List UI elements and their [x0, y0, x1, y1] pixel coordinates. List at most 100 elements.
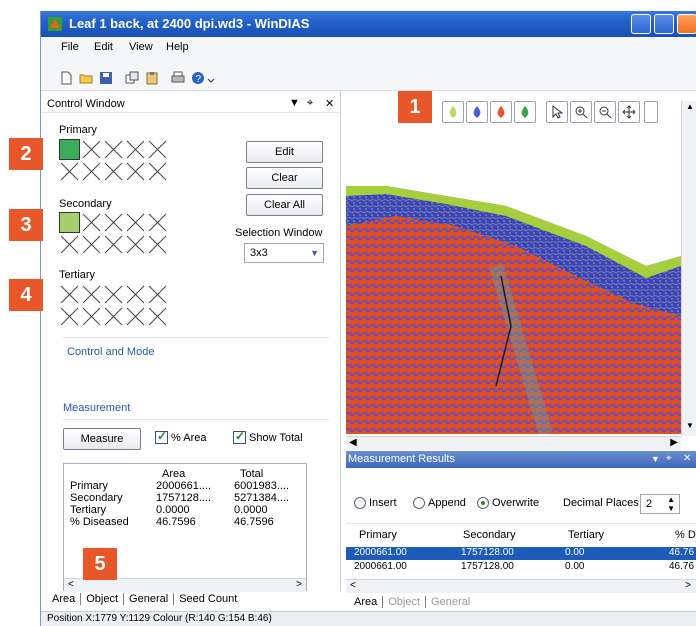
close-button[interactable]: [677, 14, 696, 34]
paste-icon[interactable]: [145, 71, 159, 85]
selection-cell[interactable]: [103, 306, 124, 327]
maximize-button[interactable]: [654, 14, 674, 34]
panel-close-icon[interactable]: ✕: [325, 97, 334, 110]
spinner-arrows-icon[interactable]: ▲ ▼: [667, 495, 675, 513]
checkbox-box[interactable]: [155, 429, 168, 444]
control-and-mode-header[interactable]: Control and Mode: [67, 346, 154, 358]
measurement-horizontal-scrollbar[interactable]: < >: [346, 579, 696, 593]
selection-cell[interactable]: [59, 306, 80, 327]
selection-cell[interactable]: [147, 139, 168, 160]
selection-cell[interactable]: [125, 306, 146, 327]
selection-cell[interactable]: [103, 139, 124, 160]
selection-cell[interactable]: [81, 212, 102, 233]
save-icon[interactable]: [99, 71, 113, 85]
selection-cell[interactable]: [103, 284, 124, 305]
menu-edit[interactable]: Edit: [94, 41, 113, 53]
image-viewer[interactable]: ▲ ▼ ◀ ▶: [346, 91, 696, 453]
measure-button[interactable]: Measure: [63, 428, 141, 450]
selection-cell[interactable]: [59, 161, 80, 182]
selection-cell[interactable]: [59, 284, 80, 305]
selection-cell[interactable]: [103, 212, 124, 233]
scroll-left-icon[interactable]: <: [68, 579, 74, 590]
tab-area[interactable]: Area: [349, 596, 384, 608]
color-tool-button[interactable]: [442, 101, 464, 123]
copy-icon[interactable]: [125, 71, 139, 85]
selection-cell[interactable]: [103, 161, 124, 182]
edit-button[interactable]: Edit: [246, 141, 323, 163]
measurement-header[interactable]: Measurement: [63, 402, 130, 414]
minimize-button[interactable]: [631, 14, 651, 34]
selection-cell[interactable]: [81, 139, 102, 160]
insert-radio[interactable]: Insert: [354, 497, 397, 509]
overwrite-radio[interactable]: Overwrite: [477, 497, 539, 509]
selection-cell[interactable]: [147, 284, 168, 305]
menu-view[interactable]: View: [129, 41, 153, 53]
selection-cell[interactable]: [125, 139, 146, 160]
new-file-icon[interactable]: [59, 71, 73, 85]
color-tool-button[interactable]: [514, 101, 536, 123]
pin-icon[interactable]: ⌖: [307, 97, 313, 110]
results-horizontal-scrollbar[interactable]: < >: [64, 578, 306, 592]
panel-dropdown-icon[interactable]: ▼: [651, 454, 660, 464]
pan-button[interactable]: [618, 101, 640, 123]
clear-all-button[interactable]: Clear All: [246, 194, 323, 216]
tab-general[interactable]: General: [426, 596, 475, 608]
selection-cell[interactable]: [81, 284, 102, 305]
selection-cell[interactable]: [125, 212, 146, 233]
selection-cell[interactable]: [147, 161, 168, 182]
show-total-checkbox[interactable]: Show Total: [233, 429, 303, 444]
selection-cell[interactable]: [81, 306, 102, 327]
scroll-up-icon[interactable]: ▲: [686, 102, 694, 111]
selection-cell[interactable]: [147, 234, 168, 255]
selection-cell[interactable]: [147, 212, 168, 233]
panel-close-icon[interactable]: ✕: [683, 453, 691, 464]
color-tool-button[interactable]: [466, 101, 488, 123]
viewer-horizontal-scrollbar[interactable]: ◀ ▶: [346, 436, 681, 450]
menu-file[interactable]: File: [61, 41, 79, 53]
scroll-right-icon[interactable]: >: [685, 580, 691, 591]
radio-dot[interactable]: [477, 497, 489, 509]
tab-area[interactable]: Area: [47, 593, 82, 605]
measurement-row[interactable]: 2000661.00 1757128.00 0.00 46.76: [346, 561, 696, 574]
viewer-vertical-scrollbar[interactable]: ▲ ▼: [681, 101, 696, 436]
tab-object[interactable]: Object: [81, 593, 125, 605]
scroll-left-icon[interactable]: ◀: [349, 437, 357, 448]
radio-dot[interactable]: [413, 497, 425, 509]
selected-color-swatch[interactable]: [59, 212, 80, 233]
measurement-row[interactable]: 2000661.00 1757128.00 0.00 46.76: [346, 547, 696, 560]
view-overflow-button[interactable]: [644, 101, 658, 123]
selection-cell[interactable]: [147, 306, 168, 327]
selection-cell[interactable]: [81, 161, 102, 182]
decimal-places-spinner[interactable]: 2 ▲ ▼: [640, 494, 680, 514]
checkbox-box[interactable]: [233, 429, 246, 444]
tab-seed-count[interactable]: Seed Count: [174, 593, 242, 605]
selection-cell[interactable]: [81, 234, 102, 255]
tab-general[interactable]: General: [124, 593, 175, 605]
selection-cell[interactable]: [103, 234, 124, 255]
scroll-left-icon[interactable]: <: [350, 580, 356, 591]
clear-button[interactable]: Clear: [246, 167, 323, 189]
pointer-button[interactable]: [546, 101, 568, 123]
scroll-down-icon[interactable]: ▼: [686, 421, 694, 430]
color-tool-button[interactable]: [490, 101, 512, 123]
open-folder-icon[interactable]: [79, 71, 93, 85]
selection-window-select[interactable]: 3x3 ▼: [244, 243, 324, 263]
selection-cell[interactable]: [59, 234, 80, 255]
scroll-right-icon[interactable]: >: [296, 579, 302, 590]
pct-area-checkbox[interactable]: % Area: [155, 429, 206, 444]
selection-cell[interactable]: [125, 161, 146, 182]
menu-help[interactable]: Help: [166, 41, 189, 53]
panel-dropdown-icon[interactable]: ▼: [289, 97, 300, 109]
selected-color-swatch[interactable]: [59, 139, 80, 160]
selection-cell[interactable]: [125, 284, 146, 305]
pin-icon[interactable]: ⌖: [666, 453, 672, 464]
print-icon[interactable]: [171, 71, 185, 85]
append-radio[interactable]: Append: [413, 497, 466, 509]
radio-dot[interactable]: [354, 497, 366, 509]
zoom-in-button[interactable]: [570, 101, 592, 123]
toolbar-overflow-icon[interactable]: [207, 71, 215, 85]
tab-object[interactable]: Object: [383, 596, 427, 608]
scroll-right-icon[interactable]: ▶: [670, 437, 678, 448]
zoom-out-button[interactable]: [594, 101, 616, 123]
selection-cell[interactable]: [125, 234, 146, 255]
